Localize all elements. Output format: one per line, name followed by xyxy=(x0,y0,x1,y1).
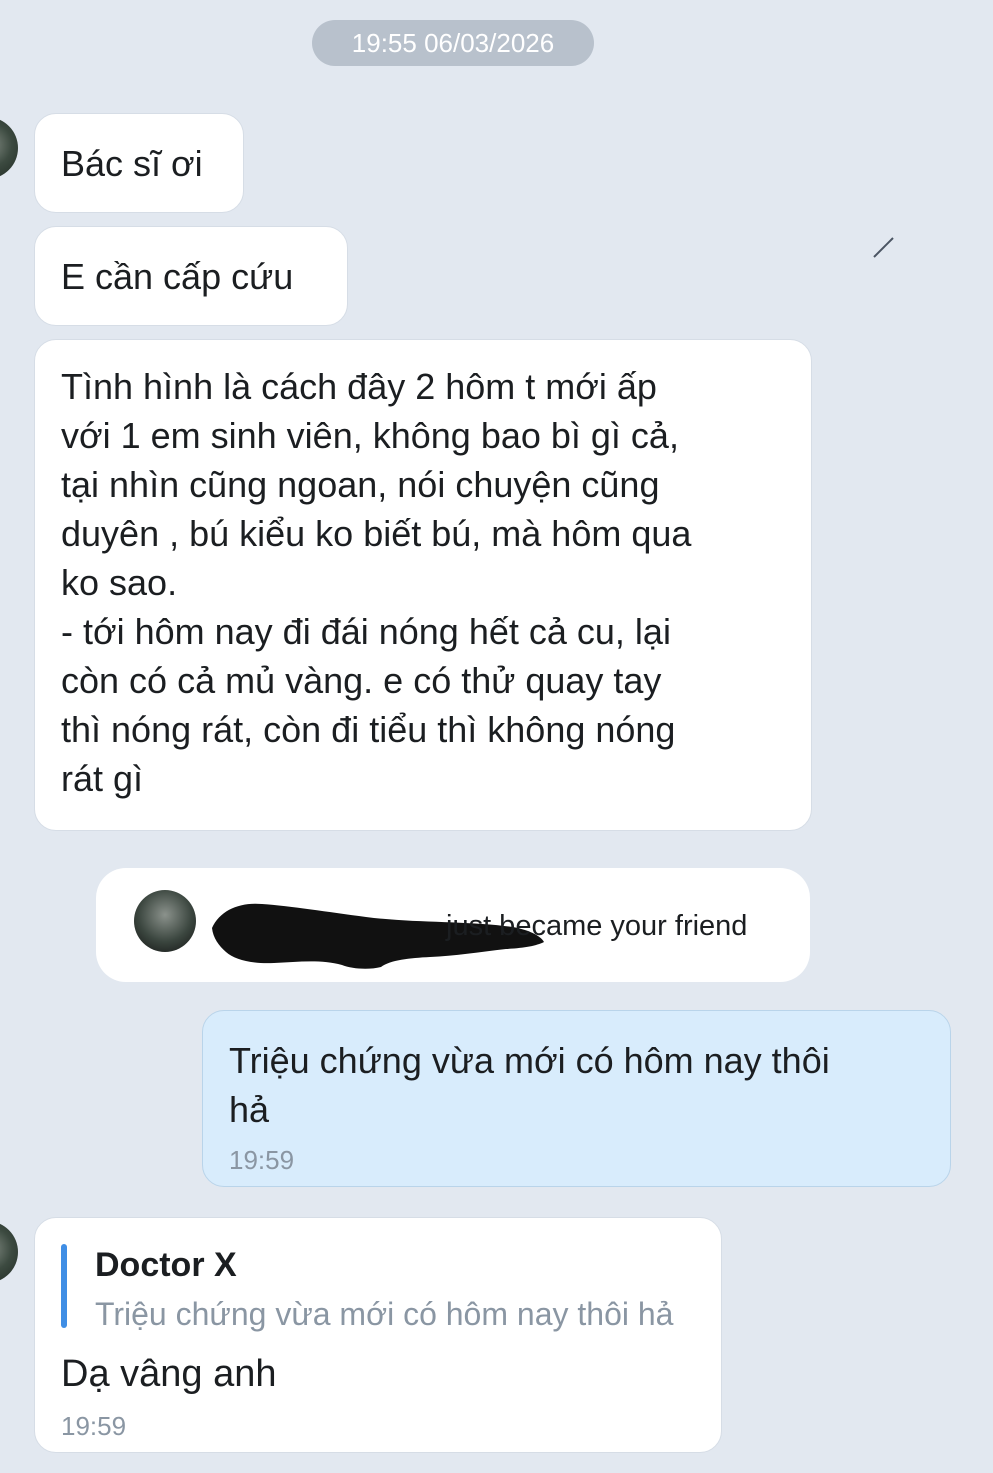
friend-avatar xyxy=(134,890,196,952)
sender-avatar[interactable] xyxy=(0,1221,18,1283)
friend-notice: just became your friend xyxy=(96,868,810,982)
message-time: 19:59 xyxy=(229,1145,295,1175)
friend-notice-text: just became your friend xyxy=(446,910,748,942)
sender-avatar[interactable] xyxy=(0,117,18,179)
message-text: Tình hình là cách đây 2 hôm t mới ấp với… xyxy=(61,366,692,799)
message-text: E cần cấp cứu xyxy=(61,256,294,297)
date-separator: 19:55 06/03/2026 xyxy=(312,20,594,66)
edit-mark-icon xyxy=(873,237,894,258)
quote-author: Doctor X xyxy=(95,1246,237,1284)
message-text: Dạ vâng anh xyxy=(61,1353,277,1395)
quote-text: Triệu chứng vừa mới có hôm nay thôi hả xyxy=(95,1296,674,1332)
outgoing-message-bubble[interactable]: Triệu chứng vừa mới có hôm nay thôi hả 1… xyxy=(202,1010,951,1187)
message-text: Triệu chứng vừa mới có hôm nay thôi hả xyxy=(229,1040,830,1130)
message-bubble[interactable]: E cần cấp cứu xyxy=(34,226,348,326)
message-time: 19:59 xyxy=(61,1411,127,1441)
message-bubble[interactable]: Bác sĩ ơi xyxy=(34,113,244,213)
message-bubble[interactable]: Tình hình là cách đây 2 hôm t mới ấp với… xyxy=(34,339,812,831)
message-text: Bác sĩ ơi xyxy=(61,143,203,184)
quote-bar xyxy=(61,1244,67,1328)
reply-message-bubble[interactable]: Doctor X Triệu chứng vừa mới có hôm nay … xyxy=(34,1217,722,1453)
